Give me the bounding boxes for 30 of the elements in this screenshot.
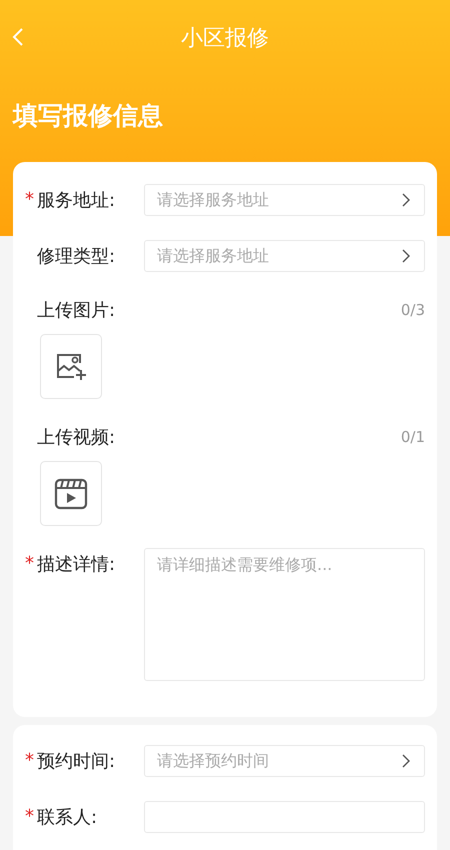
upload-count: 0/3 xyxy=(400,300,425,321)
placeholder: 请详细描述需要维修项... xyxy=(157,555,332,574)
upload-button[interactable] xyxy=(40,334,102,399)
placeholder: 请选择预约时间 xyxy=(157,750,269,772)
select-field[interactable]: 请选择服务地址 xyxy=(144,240,425,272)
field-label: 描述详情: xyxy=(37,552,116,576)
field-label: 修理类型: xyxy=(37,244,116,268)
required-mark: * xyxy=(25,808,34,826)
field-label: 服务地址: xyxy=(37,188,116,212)
required-mark: * xyxy=(25,191,34,209)
upload-button[interactable] xyxy=(40,461,102,526)
required-mark: * xyxy=(25,752,34,770)
placeholder: 请选择服务地址 xyxy=(157,189,269,211)
placeholder: 请选择服务地址 xyxy=(157,245,269,267)
select-field[interactable]: 请选择服务地址 xyxy=(144,184,425,216)
chevron-icon xyxy=(402,754,410,768)
upload-count: 0/1 xyxy=(400,426,425,448)
field-label: 联系人: xyxy=(37,806,98,830)
add-image-icon xyxy=(56,352,86,380)
chevron-icon xyxy=(402,193,410,207)
page-title: 小区报修 xyxy=(181,24,269,52)
required-mark: * xyxy=(25,555,34,573)
field-label: 上传图片: xyxy=(37,298,116,322)
field-label: 上传视频: xyxy=(37,426,116,450)
chevron-icon xyxy=(402,249,410,263)
section-heading: 填写报修信息 xyxy=(11,100,164,132)
description-field[interactable]: 请详细描述需要维修项... xyxy=(144,548,425,681)
select-field[interactable]: 请选择预约时间 xyxy=(144,745,425,777)
field-label: 预约时间: xyxy=(37,750,116,774)
video-clapper-icon xyxy=(54,476,88,510)
